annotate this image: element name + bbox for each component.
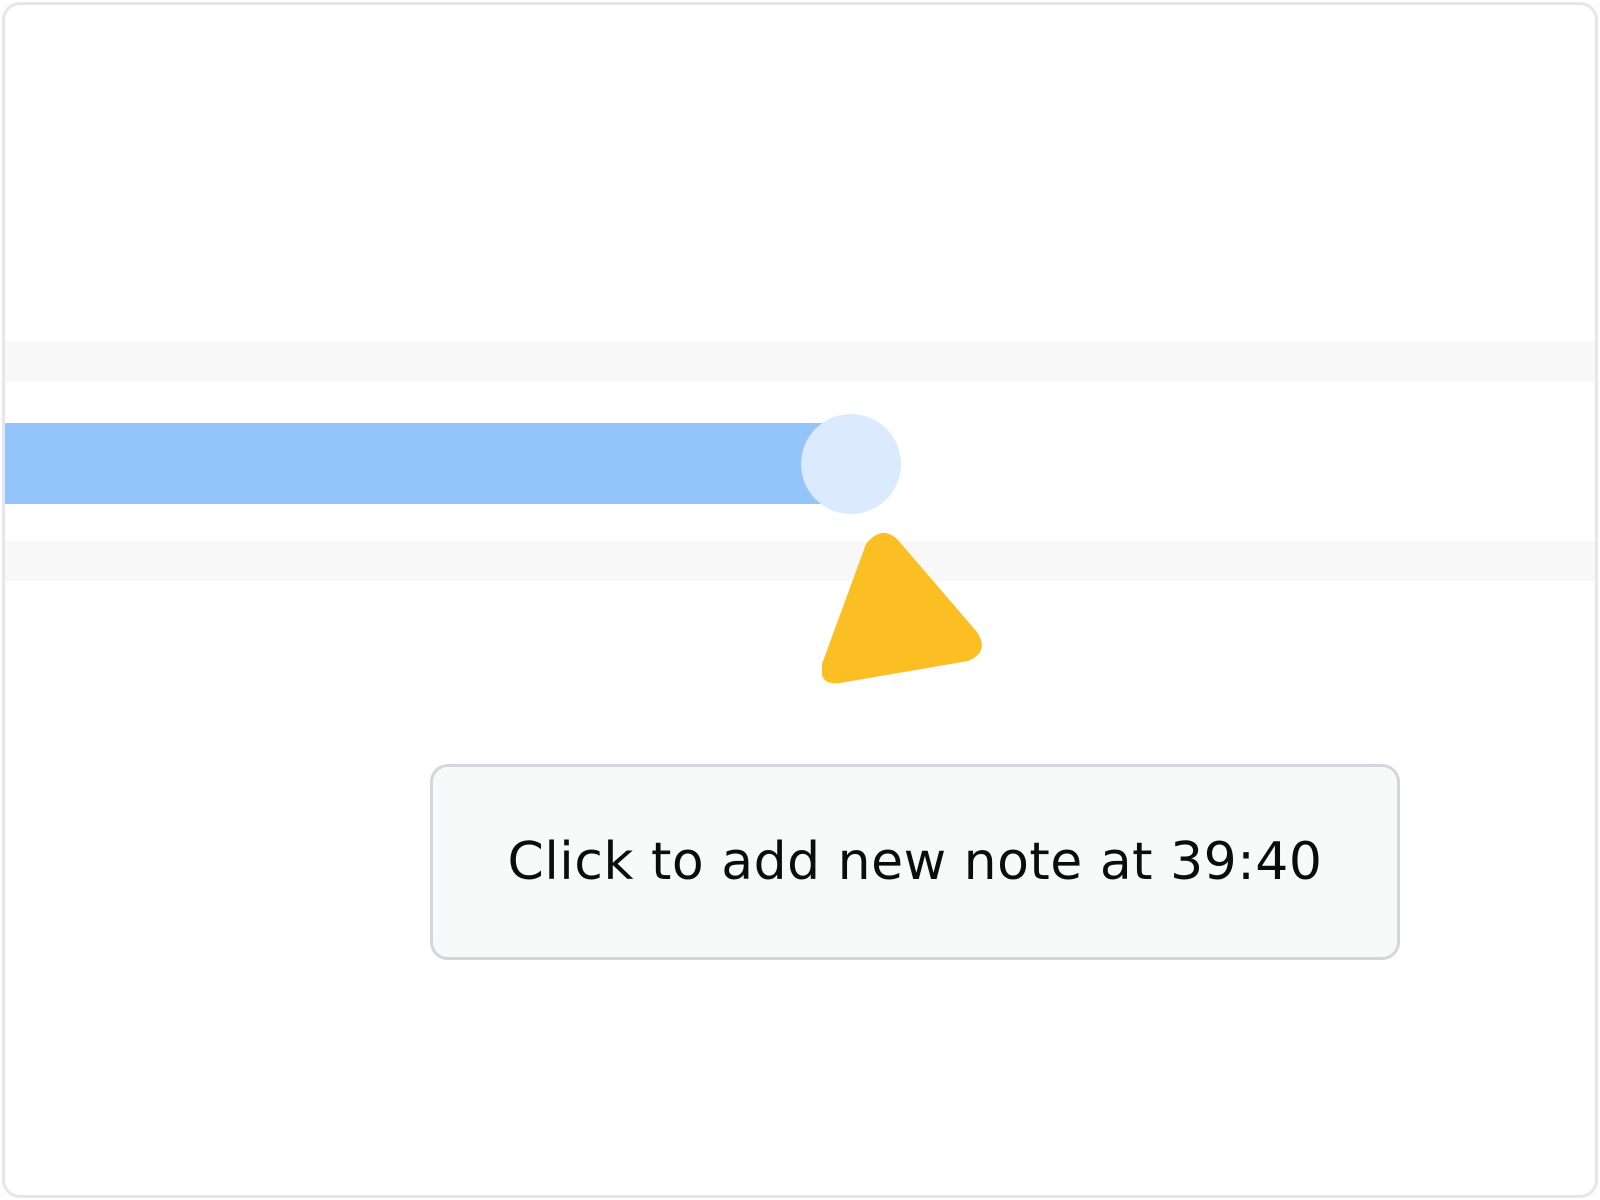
timeline-track-band-top <box>5 342 1595 382</box>
add-note-tooltip[interactable]: Click to add new note at 39:40 <box>430 764 1400 960</box>
video-timeline-panel: Click to add new note at 39:40 <box>2 2 1598 1198</box>
timeline-progress-fill <box>5 423 851 504</box>
cursor-pointer-icon <box>822 533 982 684</box>
add-note-tooltip-text: Click to add new note at 39:40 <box>507 832 1323 892</box>
timeline-scrubber[interactable] <box>5 413 1595 514</box>
timeline-playhead-handle[interactable] <box>800 413 901 514</box>
timeline-track-band-bottom <box>5 541 1595 581</box>
